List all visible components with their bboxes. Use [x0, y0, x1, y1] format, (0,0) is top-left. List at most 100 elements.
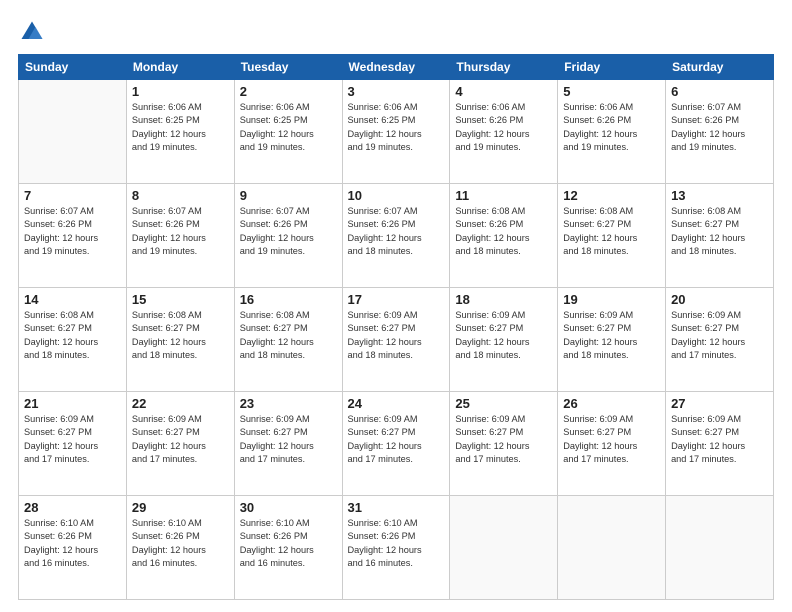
table-row: 22 Sunrise: 6:09 AM Sunset: 6:27 PM Dayli… — [126, 392, 234, 496]
day-number: 1 — [132, 84, 229, 99]
day-info: Sunrise: 6:06 AM Sunset: 6:25 PM Dayligh… — [132, 101, 229, 154]
calendar-week-row: 28 Sunrise: 6:10 AM Sunset: 6:26 PM Dayli… — [19, 496, 774, 600]
day-info: Sunrise: 6:06 AM Sunset: 6:26 PM Dayligh… — [455, 101, 552, 154]
table-row: 27Sunrise: 6:09 AM Sunset: 6:27 PM Dayli… — [666, 392, 774, 496]
day-number: 28 — [24, 500, 121, 515]
day-info: Sunrise: 6:09 AM Sunset: 6:27 PM Dayligh… — [348, 309, 445, 362]
day-number: 5 — [563, 84, 660, 99]
table-row: 10 Sunrise: 6:07 AM Sunset: 6:26 PM Dayli… — [342, 184, 450, 288]
table-row: 23 Sunrise: 6:09 AM Sunset: 6:27 PM Dayli… — [234, 392, 342, 496]
day-number: 23 — [240, 396, 337, 411]
day-info: Sunrise: 6:08 AM Sunset: 6:27 PM Dayligh… — [24, 309, 121, 362]
day-info: Sunrise: 6:09 AM Sunset: 6:27 PM Dayligh… — [671, 309, 768, 362]
day-number: 9 — [240, 188, 337, 203]
day-number: 16 — [240, 292, 337, 307]
day-info: Sunrise: 6:09 AM Sunset: 6:27 PM Dayligh… — [132, 413, 229, 466]
day-number: 13 — [671, 188, 768, 203]
day-info: Sunrise: 6:10 AM Sunset: 6:26 PM Dayligh… — [348, 517, 445, 570]
header — [18, 18, 774, 46]
col-saturday: Saturday — [666, 55, 774, 80]
logo — [18, 18, 50, 46]
table-row: 17 Sunrise: 6:09 AM Sunset: 6:27 PM Dayli… — [342, 288, 450, 392]
day-number: 14 — [24, 292, 121, 307]
day-info: Sunrise: 6:09 AM Sunset: 6:27 PM Dayligh… — [455, 413, 552, 466]
table-row — [450, 496, 558, 600]
table-row: 11 Sunrise: 6:08 AM Sunset: 6:26 PM Dayli… — [450, 184, 558, 288]
table-row: 25 Sunrise: 6:09 AM Sunset: 6:27 PM Dayli… — [450, 392, 558, 496]
table-row — [19, 80, 127, 184]
calendar-week-row: 21 Sunrise: 6:09 AM Sunset: 6:27 PM Dayli… — [19, 392, 774, 496]
table-row: 21 Sunrise: 6:09 AM Sunset: 6:27 PM Dayli… — [19, 392, 127, 496]
calendar-week-row: 7 Sunrise: 6:07 AM Sunset: 6:26 PM Daylig… — [19, 184, 774, 288]
day-number: 2 — [240, 84, 337, 99]
day-number: 4 — [455, 84, 552, 99]
calendar-week-row: 1 Sunrise: 6:06 AM Sunset: 6:25 PM Daylig… — [19, 80, 774, 184]
table-row: 5 Sunrise: 6:06 AM Sunset: 6:26 PM Daylig… — [558, 80, 666, 184]
day-info: Sunrise: 6:10 AM Sunset: 6:26 PM Dayligh… — [240, 517, 337, 570]
day-info: Sunrise: 6:06 AM Sunset: 6:25 PM Dayligh… — [240, 101, 337, 154]
day-number: 21 — [24, 396, 121, 411]
table-row: 14 Sunrise: 6:08 AM Sunset: 6:27 PM Dayli… — [19, 288, 127, 392]
col-monday: Monday — [126, 55, 234, 80]
day-number: 29 — [132, 500, 229, 515]
day-info: Sunrise: 6:06 AM Sunset: 6:26 PM Dayligh… — [563, 101, 660, 154]
day-number: 17 — [348, 292, 445, 307]
day-info: Sunrise: 6:07 AM Sunset: 6:26 PM Dayligh… — [132, 205, 229, 258]
day-number: 25 — [455, 396, 552, 411]
day-number: 8 — [132, 188, 229, 203]
col-thursday: Thursday — [450, 55, 558, 80]
day-info: Sunrise: 6:08 AM Sunset: 6:27 PM Dayligh… — [132, 309, 229, 362]
table-row: 3Sunrise: 6:06 AM Sunset: 6:25 PM Daylig… — [342, 80, 450, 184]
day-number: 12 — [563, 188, 660, 203]
table-row: 18Sunrise: 6:09 AM Sunset: 6:27 PM Dayli… — [450, 288, 558, 392]
table-row — [666, 496, 774, 600]
day-info: Sunrise: 6:09 AM Sunset: 6:27 PM Dayligh… — [671, 413, 768, 466]
day-info: Sunrise: 6:07 AM Sunset: 6:26 PM Dayligh… — [24, 205, 121, 258]
day-number: 15 — [132, 292, 229, 307]
day-info: Sunrise: 6:07 AM Sunset: 6:26 PM Dayligh… — [671, 101, 768, 154]
table-row: 1 Sunrise: 6:06 AM Sunset: 6:25 PM Daylig… — [126, 80, 234, 184]
table-row: 30 Sunrise: 6:10 AM Sunset: 6:26 PM Dayli… — [234, 496, 342, 600]
table-row: 12 Sunrise: 6:08 AM Sunset: 6:27 PM Dayli… — [558, 184, 666, 288]
table-row: 13Sunrise: 6:08 AM Sunset: 6:27 PM Dayli… — [666, 184, 774, 288]
col-wednesday: Wednesday — [342, 55, 450, 80]
day-number: 24 — [348, 396, 445, 411]
day-number: 10 — [348, 188, 445, 203]
day-number: 19 — [563, 292, 660, 307]
day-info: Sunrise: 6:09 AM Sunset: 6:27 PM Dayligh… — [24, 413, 121, 466]
table-row — [558, 496, 666, 600]
calendar-week-row: 14 Sunrise: 6:08 AM Sunset: 6:27 PM Dayli… — [19, 288, 774, 392]
day-info: Sunrise: 6:08 AM Sunset: 6:27 PM Dayligh… — [563, 205, 660, 258]
day-number: 7 — [24, 188, 121, 203]
day-number: 11 — [455, 188, 552, 203]
table-row: 16Sunrise: 6:08 AM Sunset: 6:27 PM Dayli… — [234, 288, 342, 392]
table-row: 7 Sunrise: 6:07 AM Sunset: 6:26 PM Daylig… — [19, 184, 127, 288]
table-row: 9 Sunrise: 6:07 AM Sunset: 6:26 PM Daylig… — [234, 184, 342, 288]
table-row: 4 Sunrise: 6:06 AM Sunset: 6:26 PM Daylig… — [450, 80, 558, 184]
day-number: 26 — [563, 396, 660, 411]
day-number: 18 — [455, 292, 552, 307]
day-info: Sunrise: 6:09 AM Sunset: 6:27 PM Dayligh… — [240, 413, 337, 466]
col-sunday: Sunday — [19, 55, 127, 80]
day-number: 3 — [348, 84, 445, 99]
day-number: 22 — [132, 396, 229, 411]
day-info: Sunrise: 6:08 AM Sunset: 6:26 PM Dayligh… — [455, 205, 552, 258]
day-info: Sunrise: 6:07 AM Sunset: 6:26 PM Dayligh… — [348, 205, 445, 258]
day-number: 31 — [348, 500, 445, 515]
calendar-header-row: Sunday Monday Tuesday Wednesday Thursday… — [19, 55, 774, 80]
day-number: 20 — [671, 292, 768, 307]
table-row: 24 Sunrise: 6:09 AM Sunset: 6:27 PM Dayli… — [342, 392, 450, 496]
logo-icon — [18, 18, 46, 46]
table-row: 26Sunrise: 6:09 AM Sunset: 6:27 PM Dayli… — [558, 392, 666, 496]
table-row: 2 Sunrise: 6:06 AM Sunset: 6:25 PM Daylig… — [234, 80, 342, 184]
table-row: 28Sunrise: 6:10 AM Sunset: 6:26 PM Dayli… — [19, 496, 127, 600]
table-row: 8 Sunrise: 6:07 AM Sunset: 6:26 PM Daylig… — [126, 184, 234, 288]
table-row: 15 Sunrise: 6:08 AM Sunset: 6:27 PM Dayli… — [126, 288, 234, 392]
day-number: 30 — [240, 500, 337, 515]
day-info: Sunrise: 6:07 AM Sunset: 6:26 PM Dayligh… — [240, 205, 337, 258]
day-info: Sunrise: 6:09 AM Sunset: 6:27 PM Dayligh… — [348, 413, 445, 466]
table-row: 29 Sunrise: 6:10 AM Sunset: 6:26 PM Dayli… — [126, 496, 234, 600]
day-info: Sunrise: 6:10 AM Sunset: 6:26 PM Dayligh… — [132, 517, 229, 570]
col-friday: Friday — [558, 55, 666, 80]
table-row: 19Sunrise: 6:09 AM Sunset: 6:27 PM Dayli… — [558, 288, 666, 392]
